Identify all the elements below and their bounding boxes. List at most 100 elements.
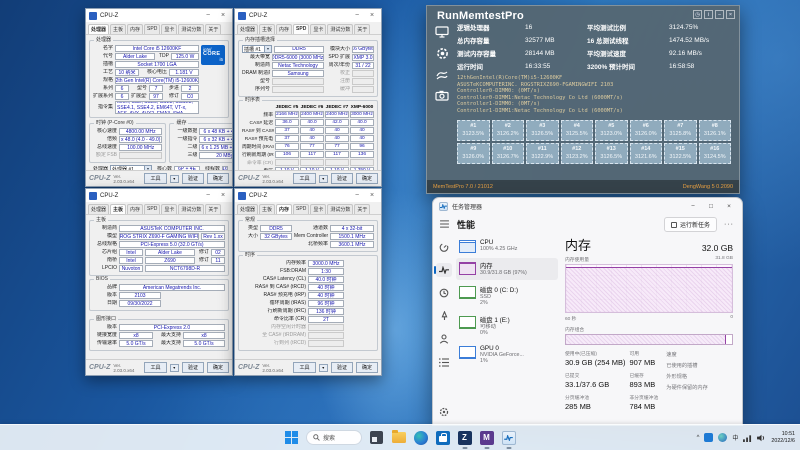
taskbar-item-desktop-app[interactable] [369, 430, 384, 445]
memory-composition-bar[interactable] [565, 334, 733, 345]
tab-2[interactable]: 内存 [127, 204, 143, 214]
tab-0[interactable]: 处理器 [88, 204, 109, 214]
close-button[interactable]: × [217, 10, 229, 22]
input-method-indicator[interactable]: 中 [732, 433, 738, 442]
more-options-button[interactable]: ··· [724, 221, 734, 228]
taskbar-item-store[interactable] [435, 430, 450, 445]
network-icon[interactable] [743, 434, 752, 442]
startup-apps-icon[interactable] [436, 309, 452, 323]
titlebar[interactable]: CPU-Z − × [86, 9, 232, 22]
titlebar[interactable]: CPU-Z − × [235, 9, 381, 22]
dropdown[interactable]: 插槽 #1▼ [242, 45, 272, 53]
tools-button[interactable]: 工具 [293, 173, 315, 184]
timer-icon[interactable]: ◷ [693, 10, 702, 19]
processes-icon[interactable] [436, 240, 452, 254]
validate-button[interactable]: 验证 [331, 362, 353, 373]
tab-1[interactable]: 主板 [259, 204, 275, 214]
tab-1[interactable]: 主板 [110, 24, 126, 34]
tab-5[interactable]: 测试分数 [178, 204, 204, 214]
titlebar[interactable]: 任务管理器 − □ × [433, 198, 742, 214]
tab-6[interactable]: 关于 [205, 204, 221, 214]
tab-1[interactable]: 主板 [259, 24, 275, 34]
taskbar-item-task-manager[interactable] [501, 430, 516, 445]
details-icon[interactable] [436, 355, 452, 369]
hidden-icons-chevron[interactable]: ^ [697, 435, 700, 441]
ok-button[interactable]: 确定 [356, 173, 378, 184]
app-history-icon[interactable] [436, 286, 452, 300]
users-icon[interactable] [436, 332, 452, 346]
tab-5[interactable]: 测试分数 [327, 24, 353, 34]
tools-button[interactable]: 工具 [144, 173, 166, 184]
taskbar-item-edge[interactable] [413, 430, 428, 445]
tab-2[interactable]: 内存 [276, 204, 292, 214]
tab-0[interactable]: 处理器 [237, 24, 258, 34]
tab-4[interactable]: 显卡 [161, 204, 177, 214]
camera-icon[interactable] [435, 90, 449, 101]
perf-sidebar-item[interactable]: 磁盘 1 (E:)可移动0% [456, 312, 558, 340]
close-button[interactable]: × [217, 190, 229, 202]
monitor-icon[interactable] [435, 26, 449, 38]
tools-dropdown-arrow[interactable]: ▼ [170, 175, 179, 183]
settings-gear-icon[interactable] [436, 405, 452, 419]
minimize-button[interactable]: − [351, 10, 363, 22]
ok-button[interactable]: 确定 [207, 362, 229, 373]
tab-1[interactable]: 主板 [110, 204, 126, 214]
tab-3[interactable]: SPD [293, 204, 309, 214]
tab-0[interactable]: 处理器 [237, 204, 258, 214]
tools-button[interactable]: 工具 [144, 362, 166, 373]
tab-4[interactable]: 显卡 [161, 24, 177, 34]
titlebar[interactable]: CPU-Z − × [86, 189, 232, 202]
tools-dropdown-arrow[interactable]: ▼ [319, 364, 328, 372]
close-button[interactable]: × [726, 10, 735, 19]
volume-icon[interactable] [757, 434, 766, 442]
info-icon[interactable]: i [704, 10, 713, 19]
tab-3[interactable]: SPD [293, 24, 309, 34]
tools-dropdown-arrow[interactable]: ▼ [319, 175, 328, 183]
taskbar-item-memtest[interactable]: M [479, 430, 494, 445]
perf-sidebar-item[interactable]: 磁盘 0 (C: D:)SSD2% [456, 282, 558, 310]
tab-2[interactable]: 内存 [276, 24, 292, 34]
ok-button[interactable]: 确定 [356, 362, 378, 373]
tab-6[interactable]: 关于 [354, 24, 370, 34]
tab-3[interactable]: SPD [144, 24, 160, 34]
tab-2[interactable]: 内存 [127, 24, 143, 34]
validate-button[interactable]: 验证 [182, 362, 204, 373]
titlebar[interactable]: RunMemtestPro ◷ i − × [427, 6, 739, 22]
clock[interactable]: 10:51 2022/12/6 [771, 431, 795, 444]
minimize-button[interactable]: − [715, 10, 724, 19]
run-new-task-button[interactable]: 运行新任务 [664, 217, 717, 232]
hamburger-menu-icon[interactable] [436, 217, 452, 231]
validate-button[interactable]: 验证 [182, 173, 204, 184]
tools-button[interactable]: 工具 [293, 362, 315, 373]
minimize-button[interactable]: − [202, 10, 214, 22]
tab-0[interactable]: 处理器 [88, 24, 109, 34]
titlebar[interactable]: CPU-Z − × [235, 189, 381, 202]
perf-sidebar-item[interactable]: GPU 0NVIDIA GeForce...1% [456, 342, 558, 368]
performance-icon[interactable] [436, 263, 452, 277]
minimize-button[interactable]: − [351, 190, 363, 202]
tab-4[interactable]: 显卡 [310, 24, 326, 34]
validate-button[interactable]: 验证 [331, 173, 353, 184]
tab-4[interactable]: 显卡 [310, 204, 326, 214]
tab-5[interactable]: 测试分数 [327, 204, 353, 214]
tab-5[interactable]: 测试分数 [178, 24, 204, 34]
tab-6[interactable]: 关于 [354, 204, 370, 214]
close-button[interactable]: × [366, 10, 378, 22]
hands-icon[interactable] [435, 69, 449, 81]
tray-app-icon-blue[interactable] [704, 433, 713, 442]
close-button[interactable]: × [366, 190, 378, 202]
tray-app-icon-round[interactable] [718, 433, 727, 442]
minimize-button[interactable]: − [686, 203, 700, 210]
maximize-button[interactable]: □ [704, 203, 718, 210]
minimize-button[interactable]: − [202, 190, 214, 202]
taskbar-item-cpuz[interactable]: Z [457, 430, 472, 445]
close-button[interactable]: × [722, 203, 736, 210]
tab-6[interactable]: 关于 [205, 24, 221, 34]
start-button[interactable] [284, 430, 299, 445]
perf-sidebar-item[interactable]: 内存30.9/31.8 GB (97%) [456, 258, 558, 280]
tab-3[interactable]: SPD [144, 204, 160, 214]
settings-gear-icon[interactable] [436, 47, 449, 60]
perf-sidebar-item[interactable]: CPU100% 4.25 GHz [456, 236, 558, 256]
tools-dropdown-arrow[interactable]: ▼ [170, 364, 179, 372]
ok-button[interactable]: 确定 [207, 173, 229, 184]
